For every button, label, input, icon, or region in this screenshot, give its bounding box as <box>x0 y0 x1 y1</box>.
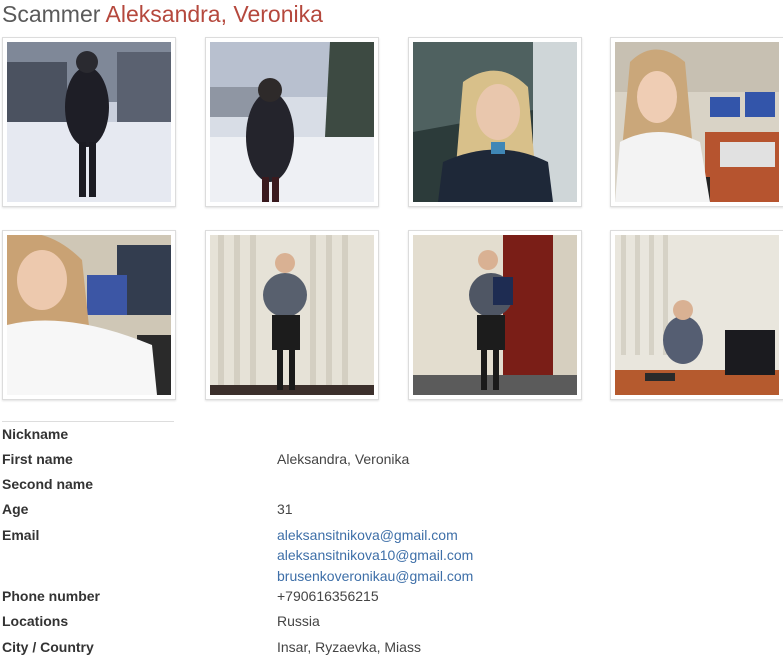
age-label: Age <box>2 501 29 517</box>
photo-winter-street <box>7 42 171 202</box>
photo-office-selfie <box>615 42 779 202</box>
email-link-3[interactable]: brusenkoveronikau@gmail.com <box>277 566 473 586</box>
age-value: 31 <box>277 501 293 517</box>
phone-value: +790616356215 <box>277 588 379 604</box>
photo-white-blouse-selfie <box>7 235 171 395</box>
photo-thumbnail-3[interactable] <box>408 37 582 207</box>
nickname-label: Nickname <box>2 426 69 442</box>
photo-thumbnail-6[interactable] <box>205 230 379 400</box>
photo-thumbnail-1[interactable] <box>2 37 176 207</box>
city-country-label: City / Country <box>2 639 94 655</box>
photo-snowy-selfie <box>413 42 577 202</box>
details-divider <box>2 421 174 422</box>
locations-value: Russia <box>277 613 320 629</box>
photo-door-folder <box>413 235 577 395</box>
page-title: Scammer Aleksandra, Veronika <box>2 0 323 28</box>
title-prefix: Scammer <box>2 1 101 27</box>
second-name-label: Second name <box>2 476 94 492</box>
photo-winter-park <box>210 42 374 202</box>
photo-thumbnail-8[interactable] <box>610 230 783 400</box>
title-scammer-name: Aleksandra, Veronika <box>105 1 323 27</box>
photo-thumbnail-4[interactable] <box>610 37 783 207</box>
email-link-2[interactable]: aleksansitnikova10@gmail.com <box>277 545 473 565</box>
first-name-value: Aleksandra, Veronika <box>277 451 410 467</box>
photo-desk-laptop <box>615 235 779 395</box>
city-country-value: Insar, Ryzaevka, Miass <box>277 639 421 655</box>
photo-thumbnail-7[interactable] <box>408 230 582 400</box>
email-link-1[interactable]: aleksansitnikova@gmail.com <box>277 525 458 545</box>
email-label: Email <box>2 527 40 543</box>
locations-label: Locations <box>2 613 69 629</box>
photo-standing-curtains <box>210 235 374 395</box>
photo-thumbnail-5[interactable] <box>2 230 176 400</box>
phone-label: Phone number <box>2 588 101 604</box>
first-name-label: First name <box>2 451 73 467</box>
photo-thumbnail-2[interactable] <box>205 37 379 207</box>
